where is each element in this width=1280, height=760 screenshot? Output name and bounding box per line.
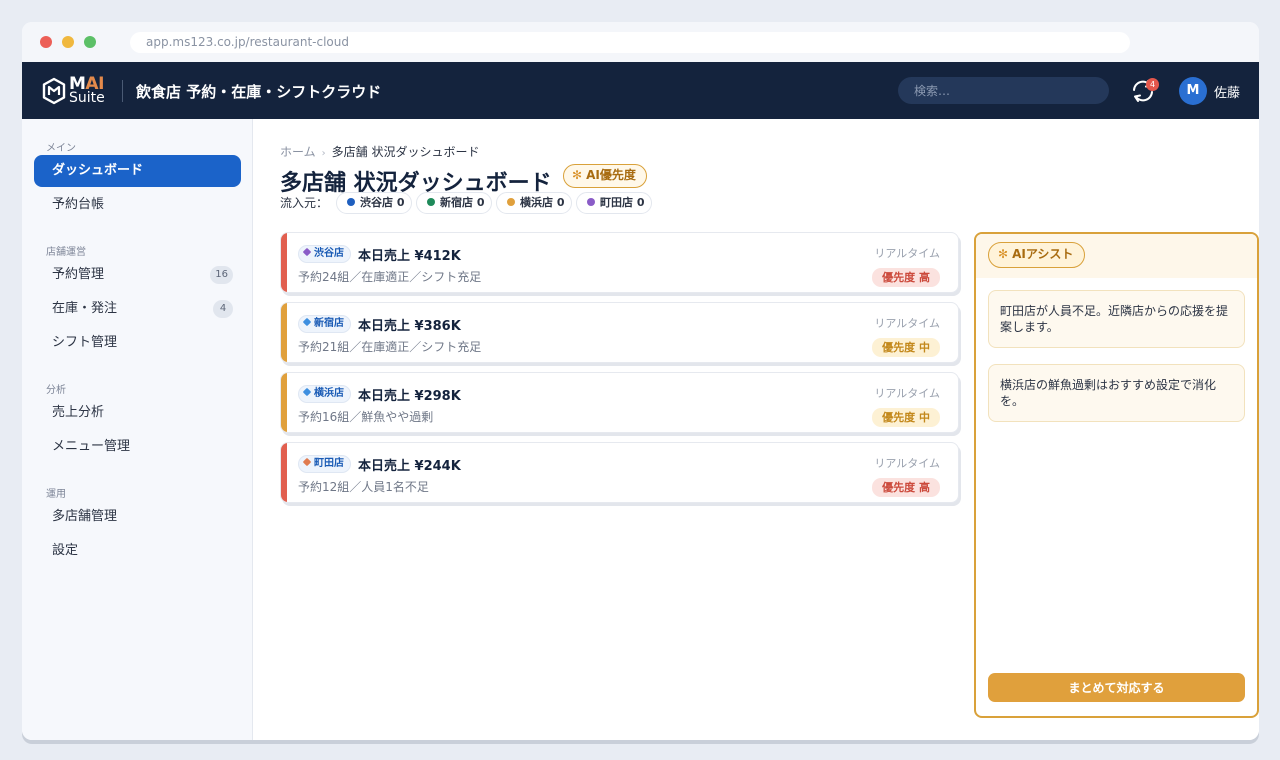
avatar[interactable]: M	[1179, 77, 1207, 105]
realtime-label: リアルタイム	[874, 457, 940, 470]
store-tag-label: 新宿店	[314, 318, 344, 329]
sidebar-item-reservation-ledger[interactable]: 予約台帳	[34, 189, 241, 221]
store-tag: 渋谷店	[298, 245, 351, 263]
store-card[interactable]: 横浜店 本日売上 ¥298K 予約16組／鮮魚やや過剰 リアルタイム優先度 中	[280, 372, 959, 433]
source-dot-icon	[347, 198, 355, 206]
store-detail: 予約24組／在庫適正／シフト充足	[298, 270, 482, 284]
breadcrumb: ホーム › 多店舗 状況ダッシュボード	[280, 143, 479, 160]
source-chip-label: 渋谷店 0	[360, 196, 405, 209]
ai-priority-label: AI優先度	[586, 168, 636, 182]
store-dot-icon	[302, 387, 312, 397]
user-name[interactable]: 佐藤	[1214, 82, 1240, 101]
realtime-label: リアルタイム	[874, 317, 940, 330]
sidebar-item-settings[interactable]: 設定	[34, 535, 241, 567]
app-title: 飲食店 予約・在庫・シフトクラウド	[136, 83, 382, 101]
sidebar-item-dashboard[interactable]: ダッシュボード	[34, 155, 241, 187]
store-sales: 本日売上 ¥298K	[358, 389, 461, 404]
store-tag-label: 町田店	[314, 458, 344, 469]
store-tag-label: 横浜店	[314, 388, 344, 399]
source-chip-label: 新宿店 0	[440, 196, 485, 209]
store-sales: 本日売上 ¥412K	[358, 249, 461, 264]
store-dot-icon	[302, 247, 312, 257]
sidebar-item-inventory-orders[interactable]: 在庫・発注 4	[34, 293, 241, 325]
sidebar-item-multi-store[interactable]: 多店舗管理	[34, 501, 241, 533]
priority-badge: 優先度 中	[872, 338, 940, 357]
source-chip-label: 町田店 0	[600, 196, 645, 209]
ai-panel-header: ✻ AIアシスト	[976, 234, 1257, 278]
sidebar-section-analytics: 分析	[46, 385, 66, 396]
notification-badge: 4	[1146, 78, 1159, 91]
store-detail: 予約12組／人員1名不足	[298, 480, 429, 494]
ai-suggestion-message: 町田店が人員不足。近隣店からの応援を提案します。	[988, 290, 1245, 348]
ai-assist-label: AIアシスト	[1012, 247, 1074, 261]
sidebar-item-label: 在庫・発注	[52, 301, 118, 316]
store-dot-icon	[302, 317, 312, 327]
realtime-label: リアルタイム	[874, 387, 940, 400]
realtime-label: リアルタイム	[874, 247, 940, 260]
priority-stripe	[281, 373, 287, 432]
source-chip[interactable]: 横浜店 0	[496, 192, 573, 214]
app-header: MAI Suite 飲食店 予約・在庫・シフトクラウド 4 M 佐藤	[22, 62, 1259, 119]
ai-assist-tag: ✻ AIアシスト	[988, 242, 1086, 268]
source-label: 流入元：	[280, 196, 329, 210]
source-chip[interactable]: 町田店 0	[576, 192, 653, 214]
store-card[interactable]: 新宿店 本日売上 ¥386K 予約21組／在庫適正／シフト充足 リアルタイム優先度 中	[280, 302, 959, 363]
sidebar-section-store-ops: 店舗運営	[46, 247, 86, 258]
brand-logo[interactable]: MAI Suite	[42, 74, 108, 107]
ai-suggestion-message: 横浜店の鮮魚過剰はおすすめ設定で消化を。	[988, 364, 1245, 422]
source-chip[interactable]: 新宿店 0	[416, 192, 493, 214]
sidebar-section-operations: 運用	[46, 489, 66, 500]
store-dot-icon	[302, 457, 312, 467]
priority-badge: 優先度 高	[872, 478, 940, 497]
resolve-all-button[interactable]: まとめて対応する	[988, 673, 1245, 702]
source-dot-icon	[427, 198, 435, 206]
ai-assist-panel: ✻ AIアシスト 町田店が人員不足。近隣店からの応援を提案します。 横浜店の鮮魚過…	[974, 232, 1259, 718]
source-dot-icon	[587, 198, 595, 206]
source-dot-icon	[507, 198, 515, 206]
store-sales: 本日売上 ¥386K	[358, 319, 461, 334]
sidebar: メイン ダッシュボード 予約台帳 店舗運営 予約管理 16 在庫・発注 4 シフ…	[22, 119, 253, 740]
sparkle-icon: ✻	[572, 168, 583, 182]
count-badge: 4	[213, 300, 233, 318]
browser-chrome: app.ms123.co.jp/restaurant-cloud	[22, 22, 1259, 62]
store-tag-label: 渋谷店	[314, 248, 344, 259]
minimize-window-dot[interactable]	[62, 36, 74, 48]
breadcrumb-home[interactable]: ホーム	[280, 145, 316, 159]
store-card[interactable]: 渋谷店 本日売上 ¥412K 予約24組／在庫適正／シフト充足 リアルタイム優先度 高	[280, 232, 959, 293]
ai-priority-badge[interactable]: ✻ AI優先度	[563, 164, 647, 188]
store-sales: 本日売上 ¥244K	[358, 459, 461, 474]
store-tag: 新宿店	[298, 315, 351, 333]
sidebar-item-menu-management[interactable]: メニュー管理	[34, 431, 241, 463]
priority-stripe	[281, 303, 287, 362]
sparkle-icon: ✻	[998, 247, 1009, 261]
header-divider	[122, 80, 123, 102]
store-tag: 横浜店	[298, 385, 351, 403]
source-chip[interactable]: 渋谷店 0	[336, 192, 413, 214]
maximize-window-dot[interactable]	[84, 36, 96, 48]
cube-logo-icon	[42, 77, 66, 105]
breadcrumb-separator: ›	[321, 148, 326, 159]
store-card[interactable]: 町田店 本日売上 ¥244K 予約12組／人員1名不足 リアルタイム優先度 高	[280, 442, 959, 503]
priority-badge: 優先度 中	[872, 408, 940, 427]
priority-badge: 優先度 高	[872, 268, 940, 287]
count-badge: 16	[210, 266, 233, 284]
main-content: ホーム › 多店舗 状況ダッシュボード 多店舗 状況ダッシュボード ✻ AI優先度 流…	[253, 119, 1259, 740]
address-bar[interactable]: app.ms123.co.jp/restaurant-cloud	[130, 32, 1130, 53]
close-window-dot[interactable]	[40, 36, 52, 48]
breadcrumb-current: 多店舗 状況ダッシュボード	[331, 145, 480, 159]
sidebar-item-reservation-management[interactable]: 予約管理 16	[34, 259, 241, 291]
search-input[interactable]	[898, 77, 1109, 104]
store-tag: 町田店	[298, 455, 351, 473]
logo-suite-text: Suite	[69, 90, 105, 106]
sidebar-section-main: メイン	[46, 143, 76, 154]
priority-stripe	[281, 443, 287, 502]
store-detail: 予約16組／鮮魚やや過剰	[298, 410, 434, 424]
sidebar-item-label: 予約管理	[52, 267, 105, 282]
sidebar-item-shift-management[interactable]: シフト管理	[34, 327, 241, 359]
source-chip-label: 横浜店 0	[520, 196, 565, 209]
store-detail: 予約21組／在庫適正／シフト充足	[298, 340, 482, 354]
priority-stripe	[281, 233, 287, 292]
sidebar-item-sales-analysis[interactable]: 売上分析	[34, 397, 241, 429]
browser-window: app.ms123.co.jp/restaurant-cloud MAI Sui…	[22, 22, 1259, 740]
